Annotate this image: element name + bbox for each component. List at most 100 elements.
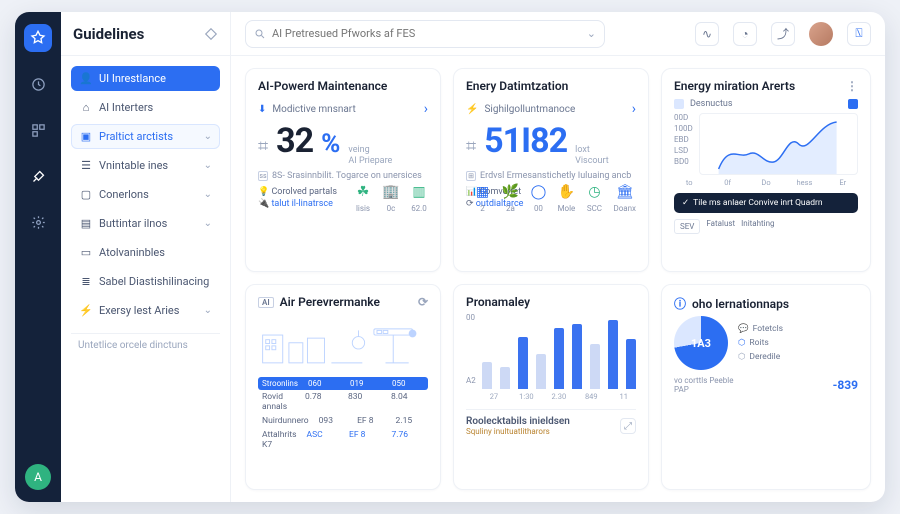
hash-icon: ⌗ bbox=[258, 136, 268, 157]
chevron-down-icon[interactable]: ⌄ bbox=[587, 27, 596, 40]
table-row: Attalhrits K7ASCEF 87.76 bbox=[258, 428, 428, 452]
search-input[interactable] bbox=[272, 27, 581, 40]
topbar-bell-icon[interactable]: ◔ bbox=[733, 22, 757, 46]
hash-icon: ⌗ bbox=[466, 136, 476, 157]
calendar-icon: ▤ bbox=[79, 217, 93, 230]
sidebar-item-5[interactable]: ▤ Buttintar ilnos ⌄ bbox=[71, 211, 220, 236]
card-title: AI-Powerd Maintenance bbox=[258, 79, 428, 93]
search-icon bbox=[254, 28, 266, 40]
sidebar-item-label: Atolvaninbles bbox=[99, 246, 165, 259]
sidebar-footnote: Untetlice orcele dinctuns bbox=[71, 333, 220, 357]
layers-icon: ≣ bbox=[79, 275, 93, 288]
card-alerts: Energy miration Arerts⋮ Desnuctus 00D100… bbox=[661, 68, 871, 272]
metric-value: 32 bbox=[276, 121, 313, 161]
meter-icon: ▥ bbox=[410, 183, 428, 201]
legend-swatch-2 bbox=[848, 99, 858, 109]
dot-icon: ⬡ bbox=[738, 352, 745, 362]
legend-swatch bbox=[674, 99, 684, 109]
topbar-bag-icon[interactable]: ⍂ bbox=[847, 22, 871, 46]
sidebar-item-1[interactable]: ⌂ AI Interters bbox=[71, 95, 220, 120]
download-icon: ⬇ bbox=[258, 104, 266, 115]
sidebar-list: 👤 UI Inrestlance ⌂ AI Interters ▣ Pralti… bbox=[61, 56, 230, 363]
refresh-icon[interactable]: ⟳ bbox=[418, 295, 428, 309]
card-maintenance: AI-Powerd Maintenance ⬇ Modictive mnsnar… bbox=[245, 68, 441, 272]
building-icon: 🏢 bbox=[382, 183, 400, 201]
grid-icon: ▦ bbox=[473, 183, 491, 201]
sidebar-header: Guidelines bbox=[61, 12, 230, 56]
rail-grid-icon[interactable] bbox=[24, 116, 52, 144]
chevron-down-icon: ⌄ bbox=[204, 305, 212, 316]
rail-tool-icon[interactable] bbox=[24, 162, 52, 190]
doc-icon: ▭ bbox=[79, 246, 93, 259]
chevron-down-icon: ⌄ bbox=[204, 131, 212, 142]
dot-icon: ⬡ bbox=[738, 338, 745, 348]
tag[interactable]: SEV bbox=[674, 219, 700, 234]
sidebar: Guidelines 👤 UI Inrestlance ⌂ AI Interte… bbox=[61, 12, 231, 502]
building-icon: 🏛 bbox=[616, 183, 634, 201]
sidebar-item-label: Sabel Diastishilinacing bbox=[99, 275, 209, 288]
chevron-down-icon: ⌄ bbox=[204, 160, 212, 171]
sidebar-item-8[interactable]: ⚡ Exersy lest Aries ⌄ bbox=[71, 298, 220, 323]
sidebar-item-label: Buttintar ilnos bbox=[99, 217, 167, 230]
sidebar-item-2[interactable]: ▣ Praltict arctists ⌄ bbox=[71, 124, 220, 149]
sidebar-item-label: UI Inrestlance bbox=[99, 72, 166, 85]
illustration bbox=[258, 313, 428, 371]
list-icon: ☰ bbox=[79, 159, 93, 172]
dashboard-grid: AI-Powerd Maintenance ⬇ Modictive mnsnar… bbox=[231, 56, 885, 502]
alerts-cta-button[interactable]: ✓ Tile ms anlaer Convive inrt Quadrn bbox=[674, 193, 858, 213]
stat-value: -839 bbox=[833, 378, 858, 392]
chevron-right-icon[interactable]: › bbox=[424, 101, 428, 117]
plant-icon: 🌿 bbox=[501, 183, 519, 201]
topbar-chart-icon[interactable]: ∿ bbox=[695, 22, 719, 46]
alerts-chart: 00D100DEBDLSDBD0 bbox=[674, 113, 858, 175]
user-icon: 👤 bbox=[79, 72, 93, 85]
sidebar-item-label: Vnintable ines bbox=[99, 159, 168, 172]
table-header: Stroonlins060019050 bbox=[258, 377, 428, 390]
more-icon[interactable]: ⋮ bbox=[846, 79, 858, 93]
stat-row: vo corttls Peeble PAP -839 bbox=[674, 376, 858, 394]
chevron-right-icon[interactable]: › bbox=[632, 101, 636, 117]
table-row: Nuirdunnero093EF 82.15 bbox=[258, 414, 428, 428]
topbar: ⌄ ∿ ◔ ⤴ ⍂ bbox=[231, 12, 885, 56]
card-performance: AI Air Perevrermanke⟳ Stroonlins06001905… bbox=[245, 284, 441, 490]
sidebar-item-label: Conerlons bbox=[99, 188, 149, 201]
sidebar-item-7[interactable]: ≣ Sabel Diastishilinacing bbox=[71, 269, 220, 294]
folder-icon: ▢ bbox=[79, 188, 93, 201]
rail-logo-icon[interactable] bbox=[24, 24, 52, 52]
badge-icon: AI bbox=[258, 297, 274, 308]
chevron-down-icon: ⌄ bbox=[204, 189, 212, 200]
bolt-icon: ⚡ bbox=[79, 304, 93, 317]
metric: ⌗ 32% veingAI Priepare bbox=[258, 121, 428, 167]
sidebar-item-6[interactable]: ▭ Atolvaninbles bbox=[71, 240, 220, 265]
main: ⌄ ∿ ◔ ⤴ ⍂ AI-Powerd Maintenance ⬇ Modict… bbox=[231, 12, 885, 502]
sub-section: Roolecktabils inieldsen Squliny inultuat… bbox=[466, 409, 636, 436]
line-chart bbox=[699, 113, 858, 175]
nav-rail: A bbox=[15, 12, 61, 502]
rail-gear-icon[interactable] bbox=[24, 208, 52, 236]
card-program: Pronamaley 00A2 271:302.3084911 bbox=[453, 284, 649, 490]
gauge-icon: ◷ bbox=[585, 183, 603, 201]
play-icon: ▣ bbox=[79, 130, 93, 143]
house-icon: ⌂ bbox=[79, 101, 93, 114]
avatar[interactable] bbox=[809, 22, 833, 46]
card-info: ⓘ oho lernationnaps 1A3 💬Fotetcls ⬡Roits… bbox=[661, 284, 871, 490]
rail-help-button[interactable]: A bbox=[25, 464, 51, 490]
card-note: ss 8S- Srasinnbilit. Togarce on unersice… bbox=[258, 171, 428, 181]
search-box[interactable]: ⌄ bbox=[245, 20, 605, 48]
leaf-icon: ☘ bbox=[354, 183, 372, 201]
topbar-share-icon[interactable]: ⤴ bbox=[771, 22, 795, 46]
sidebar-item-3[interactable]: ☰ Vnintable ines ⌄ bbox=[71, 153, 220, 178]
sidebar-item-4[interactable]: ▢ Conerlons ⌄ bbox=[71, 182, 220, 207]
metric-value: 51I82 bbox=[484, 121, 567, 161]
bolt-icon: ⚡ bbox=[466, 104, 478, 115]
card-energy: Enery Datimtzation ⚡ Sighilgolluntmanoce… bbox=[453, 68, 649, 272]
expand-icon[interactable]: ⤢ bbox=[620, 418, 636, 434]
sidebar-item-0[interactable]: 👤 UI Inrestlance bbox=[71, 66, 220, 91]
sidebar-item-label: Praltict arctists bbox=[99, 130, 173, 143]
info-icon: ⓘ bbox=[674, 295, 686, 312]
card-subline: ⬇ Modictive mnsnart › bbox=[258, 101, 428, 117]
collapse-icon[interactable] bbox=[204, 27, 218, 41]
table-row: Rovid annals0.788308.04 bbox=[258, 390, 428, 414]
app-window: A Guidelines 👤 UI Inrestlance ⌂ AI Inter… bbox=[15, 12, 885, 502]
rail-clock-icon[interactable] bbox=[24, 70, 52, 98]
